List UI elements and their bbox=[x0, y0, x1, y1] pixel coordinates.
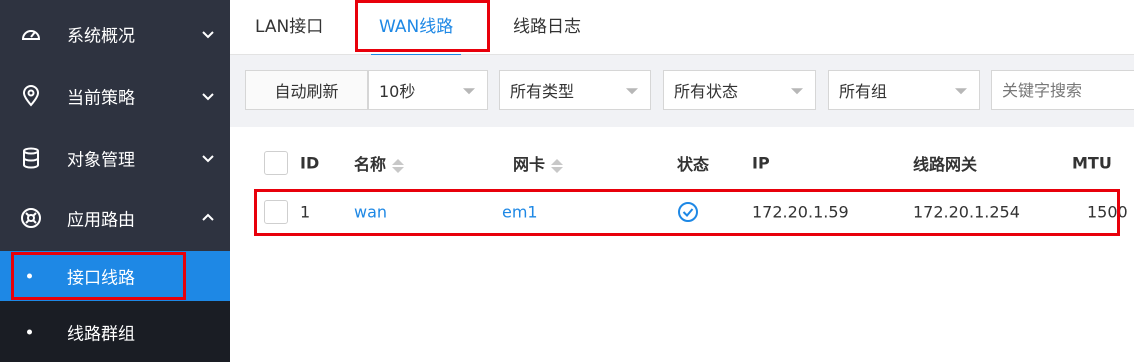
sidebar-subitem-interface-lines[interactable]: 接口线路 bbox=[0, 251, 230, 301]
column-header-name[interactable]: 名称 bbox=[354, 151, 405, 175]
gauge-icon bbox=[20, 23, 42, 45]
chevron-down-icon bbox=[200, 88, 216, 104]
sidebar-item-label: 当前策略 bbox=[67, 88, 135, 109]
tab-wan-lines[interactable]: WAN线路 bbox=[370, 0, 462, 56]
main-panel: LAN接口 WAN线路 线路日志 自动刷新 10秒 所有类型 所有状态 所有组 … bbox=[230, 0, 1134, 362]
column-header-mtu: MTU bbox=[1072, 153, 1112, 173]
column-header-ip: IP bbox=[752, 153, 770, 173]
tab-line-log[interactable]: 线路日志 bbox=[513, 0, 581, 55]
chevron-down-icon bbox=[200, 26, 216, 42]
sidebar-item-label: 系统概况 bbox=[67, 26, 135, 47]
sidebar: 系统概况 当前策略 对象管理 应用路由 接口线路 线路群组 bbox=[0, 0, 230, 362]
bullet-dot bbox=[27, 273, 32, 279]
sidebar-item-object-management[interactable]: 对象管理 bbox=[0, 127, 230, 189]
type-filter-select[interactable]: 所有类型 bbox=[499, 70, 651, 110]
row-checkbox[interactable] bbox=[264, 200, 288, 224]
location-pin-icon bbox=[20, 85, 42, 107]
cell-name-link[interactable]: wan bbox=[354, 203, 387, 222]
sidebar-subitem-label: 接口线路 bbox=[67, 268, 135, 289]
database-icon bbox=[20, 147, 42, 169]
tab-bar: LAN接口 WAN线路 线路日志 bbox=[230, 0, 1134, 56]
sidebar-item-label: 应用路由 bbox=[67, 210, 135, 231]
caret-down-icon bbox=[791, 88, 803, 95]
sidebar-subitem-label: 线路群组 bbox=[67, 324, 135, 344]
status-ok-icon bbox=[677, 201, 699, 223]
route-compass-icon bbox=[20, 207, 42, 229]
select-value: 所有状态 bbox=[674, 82, 739, 101]
cell-gateway: 172.20.1.254 bbox=[913, 202, 1020, 222]
select-value: 所有类型 bbox=[510, 82, 575, 101]
chevron-down-icon bbox=[200, 150, 216, 166]
column-header-label: 名称 bbox=[354, 155, 387, 174]
select-value: 所有组 bbox=[839, 82, 888, 101]
caret-down-icon bbox=[955, 88, 967, 95]
column-header-id: ID bbox=[300, 153, 320, 173]
sidebar-subitem-line-groups[interactable]: 线路群组 bbox=[0, 301, 230, 362]
column-header-label: 网卡 bbox=[513, 155, 546, 174]
cell-mtu: 1500 bbox=[1087, 202, 1128, 222]
caret-down-icon bbox=[626, 88, 638, 95]
sort-icon[interactable] bbox=[551, 158, 564, 173]
column-header-status: 状态 bbox=[677, 155, 710, 174]
sidebar-item-system-overview[interactable]: 系统概况 bbox=[0, 3, 230, 65]
keyword-search-input[interactable] bbox=[991, 70, 1134, 110]
chevron-up-icon bbox=[200, 210, 216, 226]
column-header-nic[interactable]: 网卡 bbox=[513, 151, 564, 175]
sidebar-item-label: 对象管理 bbox=[67, 150, 135, 171]
bullet-dot bbox=[27, 329, 32, 334]
sidebar-item-app-routing[interactable]: 应用路由 bbox=[0, 187, 230, 249]
cell-ip: 172.20.1.59 bbox=[752, 202, 849, 222]
cell-nic-link[interactable]: em1 bbox=[502, 203, 538, 222]
cell-id: 1 bbox=[300, 202, 311, 222]
sort-icon[interactable] bbox=[392, 158, 405, 173]
group-filter-select[interactable]: 所有组 bbox=[828, 70, 980, 110]
column-header-gateway: 线路网关 bbox=[913, 155, 978, 174]
caret-down-icon bbox=[463, 88, 475, 95]
toolbar: 自动刷新 10秒 所有类型 所有状态 所有组 bbox=[230, 55, 1134, 127]
status-filter-select[interactable]: 所有状态 bbox=[663, 70, 816, 110]
auto-refresh-button[interactable]: 自动刷新 bbox=[245, 70, 368, 110]
sidebar-item-current-policy[interactable]: 当前策略 bbox=[0, 65, 230, 127]
refresh-interval-select[interactable]: 10秒 bbox=[368, 70, 488, 110]
select-value: 10秒 bbox=[379, 82, 416, 101]
select-all-checkbox[interactable] bbox=[264, 151, 288, 175]
tab-lan-interface[interactable]: LAN接口 bbox=[255, 0, 323, 55]
